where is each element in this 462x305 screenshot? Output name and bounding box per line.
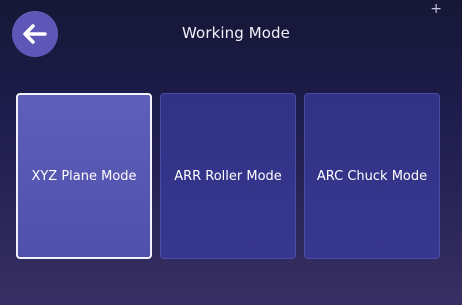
mode-label: XYZ Plane Mode: [31, 168, 137, 184]
mode-card-arc-chuck[interactable]: ARC Chuck Mode: [304, 93, 440, 259]
mode-selector: XYZ Plane Mode ARR Roller Mode ARC Chuck…: [16, 93, 446, 259]
mode-label: ARR Roller Mode: [174, 168, 282, 184]
page-title: Working Mode: [181, 24, 291, 42]
mode-card-xyz-plane[interactable]: XYZ Plane Mode: [16, 93, 152, 259]
working-mode-screen: Working Mode + XYZ Plane Mode ARR Roller…: [0, 0, 462, 305]
corner-plus-mark: +: [430, 1, 442, 17]
header-bar: Working Mode +: [0, 0, 462, 70]
mode-label: ARC Chuck Mode: [316, 168, 428, 184]
mode-card-arr-roller[interactable]: ARR Roller Mode: [160, 93, 296, 259]
